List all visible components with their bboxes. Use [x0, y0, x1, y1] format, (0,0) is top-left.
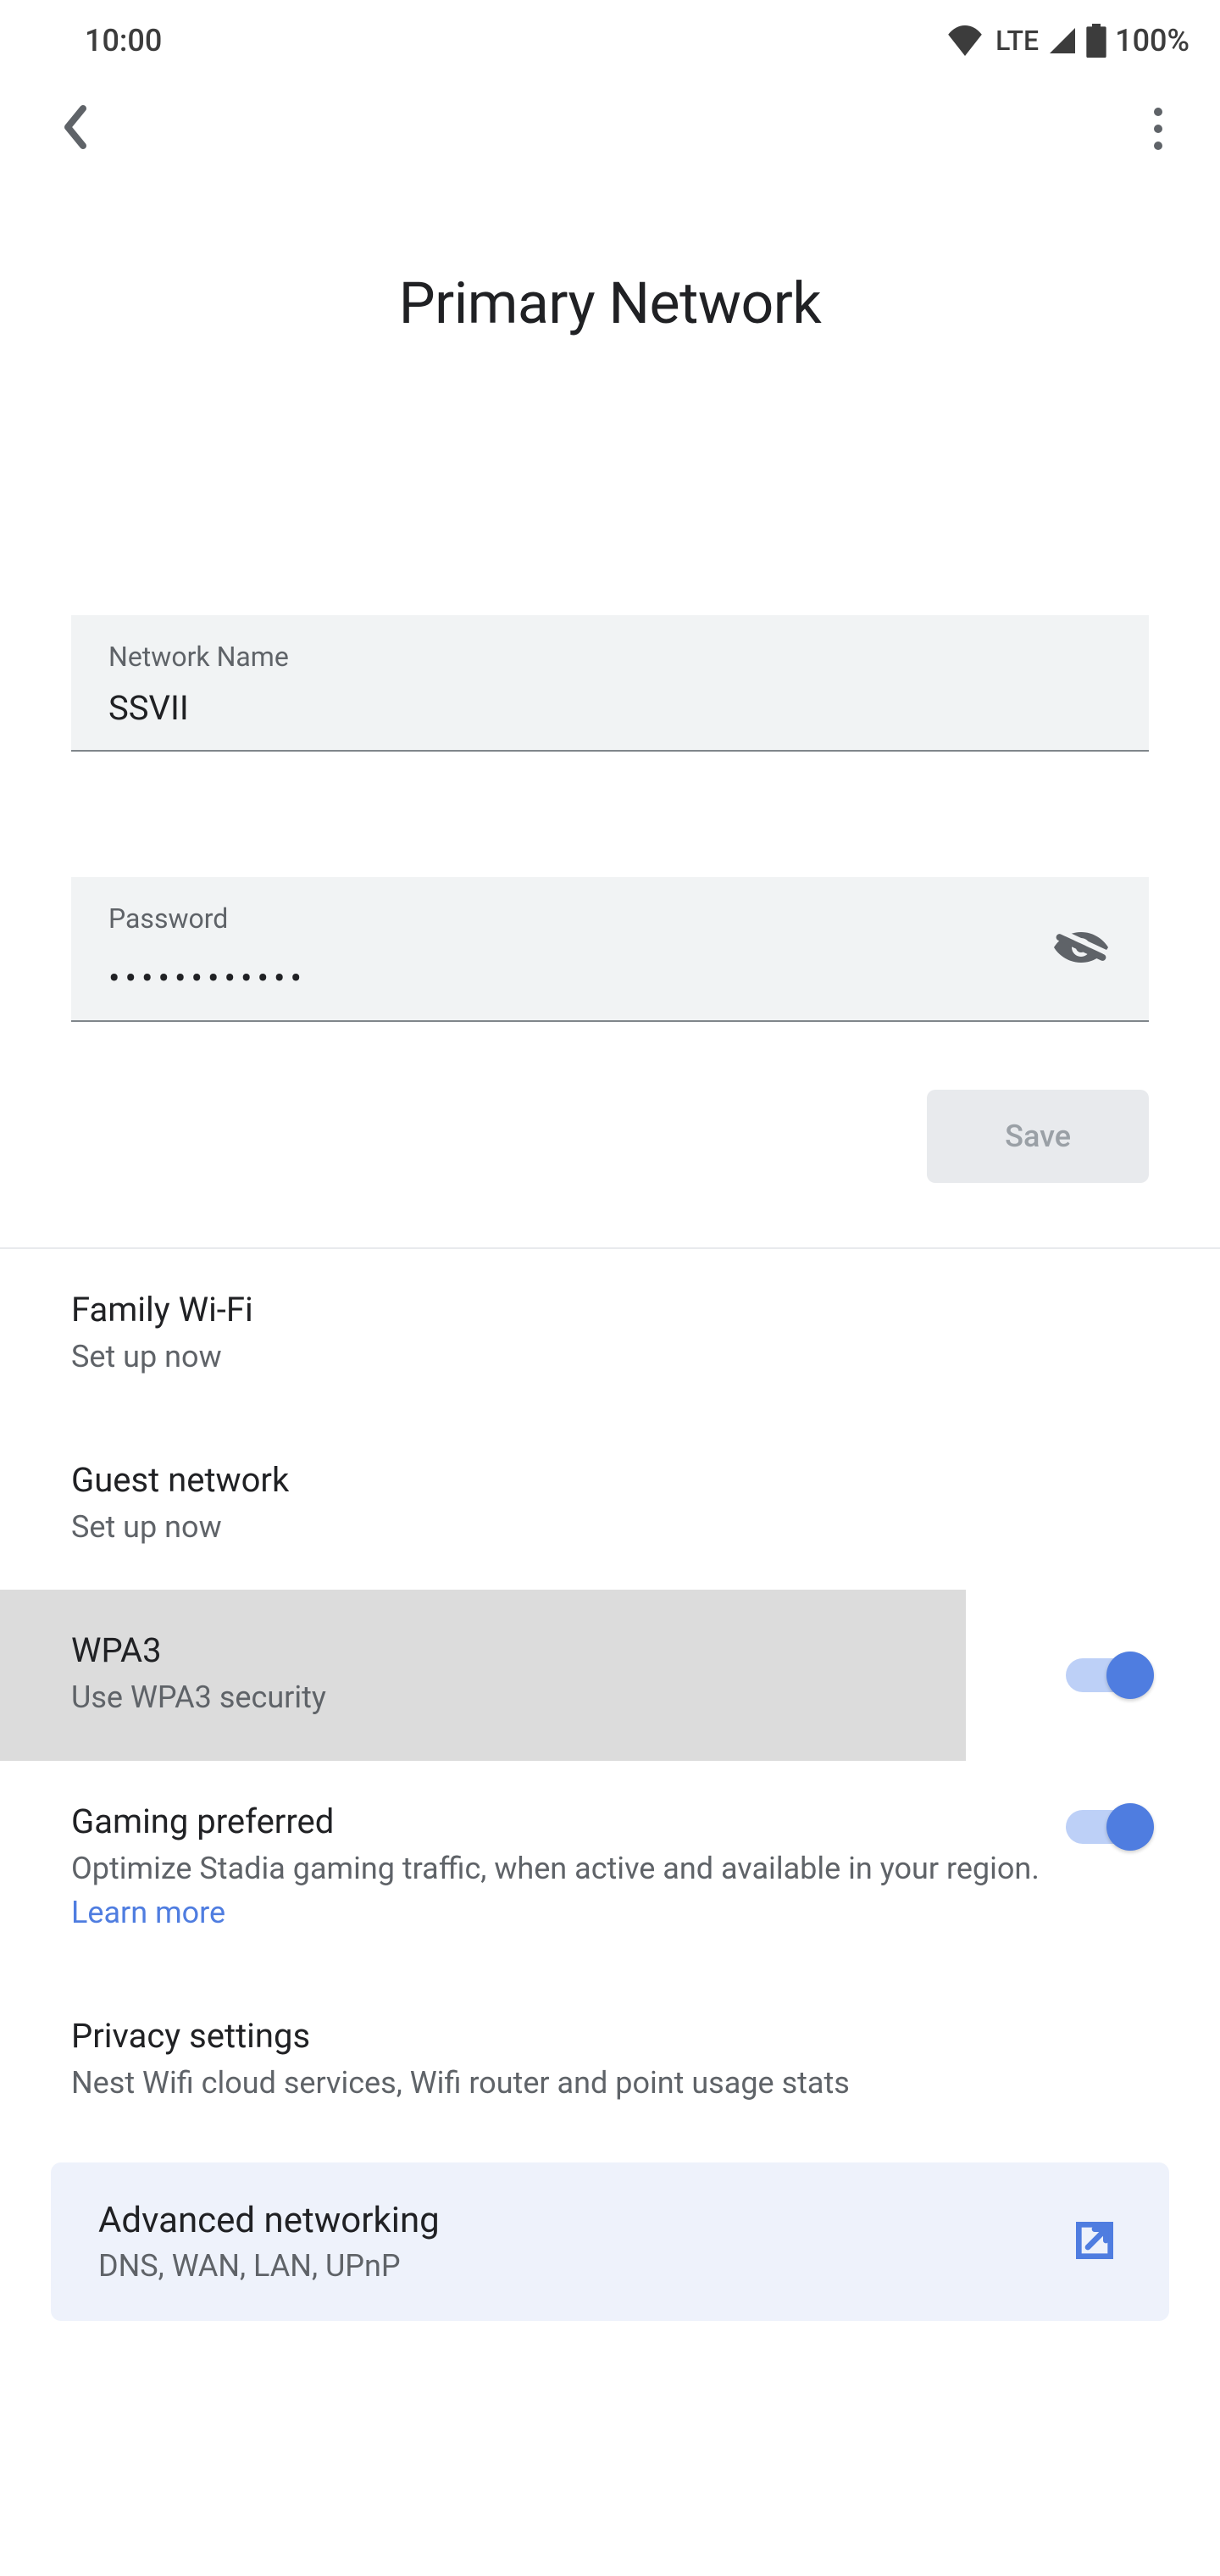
dot-icon [1154, 142, 1162, 150]
password-value: •••••••••••• [108, 950, 1112, 998]
status-bar: 10:00 LTE 100% [0, 0, 1220, 81]
password-field[interactable]: Password •••••••••••• [71, 877, 1149, 1022]
network-name-label: Network Name [108, 641, 1112, 673]
guest-network-sub: Set up now [71, 1505, 1149, 1549]
family-wifi-item[interactable]: Family Wi-Fi Set up now [71, 1249, 1149, 1419]
wpa3-item[interactable]: WPA3 Use WPA3 security [71, 1590, 1149, 1760]
lte-label: LTE [995, 25, 1039, 57]
toggle-password-visibility-button[interactable] [1051, 924, 1112, 974]
status-time: 10:00 [85, 23, 162, 58]
dot-icon [1154, 108, 1162, 116]
advanced-networking-card[interactable]: Advanced networking DNS, WAN, LAN, UPnP [51, 2162, 1169, 2321]
gaming-preferred-item[interactable]: Gaming preferred Optimize Stadia gaming … [71, 1761, 1149, 1975]
eye-off-icon [1051, 924, 1112, 971]
signal-icon [1047, 25, 1078, 56]
privacy-title: Privacy settings [71, 2016, 1149, 2056]
open-external-icon [1068, 2213, 1122, 2271]
wifi-icon [946, 25, 984, 56]
advanced-title: Advanced networking [98, 2200, 440, 2241]
wpa3-sub: Use WPA3 security [71, 1675, 1045, 1719]
status-indicators: LTE 100% [946, 23, 1190, 58]
guest-network-item[interactable]: Guest network Set up now [71, 1419, 1149, 1590]
password-label: Password [108, 902, 1112, 935]
family-wifi-title: Family Wi-Fi [71, 1290, 1149, 1330]
page-title: Primary Network [0, 269, 1220, 337]
battery-label: 100% [1115, 23, 1190, 58]
family-wifi-sub: Set up now [71, 1335, 1149, 1379]
app-bar [0, 81, 1220, 176]
gaming-learn-more-link[interactable]: Learn more [71, 1895, 225, 1930]
gaming-sub: Optimize Stadia gaming traffic, when act… [71, 1846, 1045, 1935]
chevron-left-icon [59, 103, 90, 151]
privacy-sub: Nest Wifi cloud services, Wifi router an… [71, 2061, 1149, 2105]
guest-network-title: Guest network [71, 1460, 1149, 1500]
gaming-title: Gaming preferred [71, 1802, 1045, 1841]
overflow-menu-button[interactable] [1147, 101, 1169, 157]
gaming-toggle[interactable] [1066, 1810, 1149, 1844]
battery-icon [1086, 24, 1106, 58]
gaming-sub-text: Optimize Stadia gaming traffic, when act… [71, 1851, 1040, 1886]
network-name-field[interactable]: Network Name SSVII [71, 615, 1149, 752]
dot-icon [1154, 125, 1162, 133]
save-button[interactable]: Save [927, 1090, 1149, 1183]
network-name-value: SSVII [108, 688, 1112, 728]
wpa3-toggle[interactable] [1066, 1658, 1149, 1692]
back-button[interactable] [59, 103, 90, 154]
privacy-settings-item[interactable]: Privacy settings Nest Wifi cloud service… [71, 1975, 1149, 2146]
wpa3-title: WPA3 [71, 1630, 1045, 1670]
advanced-sub: DNS, WAN, LAN, UPnP [98, 2248, 440, 2284]
